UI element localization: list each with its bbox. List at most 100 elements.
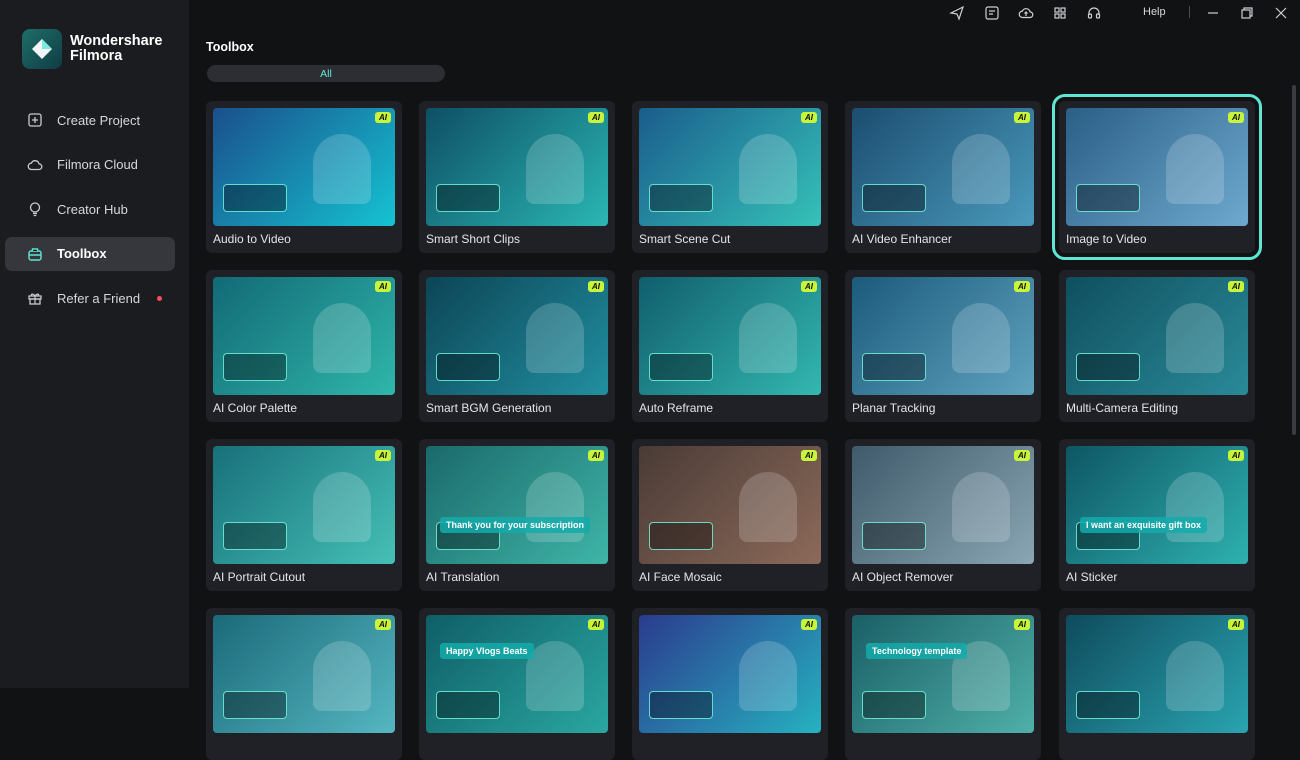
help-menu[interactable]: Help <box>1143 6 1166 18</box>
tool-card-label: AI Video Enhancer <box>852 232 952 246</box>
sidebar-item-refer-a-friend[interactable]: Refer a Friend <box>5 281 175 315</box>
sidebar-item-toolbox[interactable]: Toolbox <box>5 236 175 271</box>
thumbnail-panel <box>223 353 287 381</box>
sidebar-item-label: Filmora Cloud <box>57 157 138 172</box>
tool-card-label: AI Color Palette <box>213 401 298 415</box>
ai-badge: AI <box>1014 112 1030 123</box>
tool-card-label: Smart BGM Generation <box>426 401 552 415</box>
tool-card-ai-face-mosaic[interactable]: AI AI Face Mosaic <box>632 439 828 591</box>
tool-card-label: AI Portrait Cutout <box>213 570 306 584</box>
thumbnail-figure <box>313 640 372 711</box>
tool-card-partial-17[interactable]: AI <box>632 608 828 760</box>
page-title: Toolbox <box>206 40 254 54</box>
thumbnail-panel <box>649 522 713 550</box>
tool-card-label: AI Face Mosaic <box>639 570 722 584</box>
tool-card-label: AI Object Remover <box>852 570 954 584</box>
thumbnail-panel <box>223 522 287 550</box>
bulb-icon <box>29 202 41 217</box>
ai-badge: AI <box>801 281 817 292</box>
cloud-upload-icon[interactable] <box>1018 5 1034 21</box>
tool-card-auto-reframe[interactable]: AI Auto Reframe <box>632 270 828 422</box>
tool-card-ai-translation[interactable]: Thank you for your subscription AI AI Tran… <box>419 439 615 591</box>
scrollbar[interactable] <box>1292 85 1296 435</box>
tool-card-smart-short-clips[interactable]: AI Smart Short Clips <box>419 101 615 253</box>
ai-badge: AI <box>801 619 817 630</box>
thumbnail-panel <box>436 184 500 212</box>
sidebar-item-label: Create Project <box>57 112 141 128</box>
tool-card-audio-to-video[interactable]: AI Audio to Video <box>206 101 402 253</box>
tool-thumbnail: AI <box>213 446 395 564</box>
sidebar-nav: Create Project Filmora Cloud Creator Hub… <box>5 103 175 326</box>
tool-card-ai-portrait-cutout[interactable]: AI AI Portrait Cutout <box>206 439 402 591</box>
sidebar-item-create-project[interactable]: Create Project <box>5 103 175 137</box>
thumbnail-figure <box>739 133 798 204</box>
tool-card-smart-bgm-generation[interactable]: AI Smart BGM Generation <box>419 270 615 422</box>
apps-grid-icon[interactable] <box>1052 5 1068 21</box>
brand-line2: Filmora <box>70 48 123 64</box>
headset-icon[interactable] <box>1086 5 1102 21</box>
tool-thumbnail: AI <box>1066 108 1248 226</box>
thumbnail-figure <box>526 133 585 204</box>
plus-square-icon <box>28 113 42 127</box>
inbox-icon[interactable] <box>984 5 1000 21</box>
tool-card-ai-sticker[interactable]: I want an exquisite gift box AI AI Sticker <box>1059 439 1255 591</box>
ai-badge: AI <box>1014 450 1030 461</box>
tool-thumbnail: I want an exquisite gift box AI <box>1066 446 1248 564</box>
thumbnail-figure <box>526 302 585 373</box>
ai-badge: AI <box>375 619 391 630</box>
thumbnail-caption: Happy Vlogs Beats <box>440 643 534 660</box>
ai-badge: AI <box>588 450 604 461</box>
tool-card-partial-15[interactable]: AI <box>206 608 402 760</box>
thumbnail-panel <box>1076 691 1140 719</box>
tool-card-label: Smart Short Clips <box>426 232 521 246</box>
tool-card-planar-tracking[interactable]: AI Planar Tracking <box>845 270 1041 422</box>
thumbnail-figure <box>313 302 372 373</box>
tool-card-ai-video-enhancer[interactable]: AI AI Video Enhancer <box>845 101 1041 253</box>
gift-icon <box>28 293 42 305</box>
sidebar-item-creator-hub[interactable]: Creator Hub <box>5 192 175 226</box>
tool-thumbnail: AI <box>1066 277 1248 395</box>
brand-name: Wondershare Filmora <box>70 34 162 64</box>
thumbnail-panel <box>862 353 926 381</box>
ai-badge: AI <box>375 281 391 292</box>
tool-card-multi-camera-editing[interactable]: AI Multi-Camera Editing <box>1059 270 1255 422</box>
ai-badge: AI <box>588 619 604 630</box>
tool-thumbnail: AI <box>213 277 395 395</box>
restore-icon[interactable] <box>1239 5 1255 21</box>
tool-card-smart-scene-cut[interactable]: AI Smart Scene Cut <box>632 101 828 253</box>
sidebar-item-label: Creator Hub <box>57 201 128 217</box>
thumbnail-panel <box>649 691 713 719</box>
thumbnail-panel <box>862 522 926 550</box>
thumbnail-figure <box>1166 640 1225 711</box>
thumbnail-figure <box>952 471 1011 542</box>
thumbnail-figure <box>739 471 798 542</box>
ai-badge: AI <box>1228 619 1244 630</box>
thumbnail-figure <box>313 133 372 204</box>
cloud-icon <box>27 159 43 170</box>
ai-badge: AI <box>1014 281 1030 292</box>
ai-badge: AI <box>1228 281 1244 292</box>
toolbox-icon <box>28 247 42 261</box>
tool-card-partial-18[interactable]: Technology template AI <box>845 608 1041 760</box>
thumbnail-panel <box>436 353 500 381</box>
tool-thumbnail: AI <box>852 446 1034 564</box>
send-icon[interactable] <box>949 5 965 21</box>
tool-card-image-to-video[interactable]: AI Image to Video <box>1052 94 1262 260</box>
close-icon[interactable] <box>1273 5 1289 21</box>
tool-card-partial-16[interactable]: Happy Vlogs Beats AI <box>419 608 615 760</box>
filter-tab-all[interactable]: All <box>207 65 445 82</box>
app-brand[interactable]: Wondershare Filmora <box>22 29 162 69</box>
tool-card-ai-object-remover[interactable]: AI AI Object Remover <box>845 439 1041 591</box>
minimize-icon[interactable] <box>1205 5 1221 21</box>
thumbnail-panel <box>649 184 713 212</box>
thumbnail-caption: I want an exquisite gift box <box>1080 516 1208 533</box>
tool-card-label: Multi-Camera Editing <box>1066 401 1179 415</box>
sidebar-item-filmora-cloud[interactable]: Filmora Cloud <box>5 148 175 182</box>
tool-card-partial-19[interactable]: AI <box>1059 608 1255 760</box>
thumbnail-caption: Thank you for your subscription <box>440 516 591 533</box>
tool-thumbnail: AI <box>213 615 395 733</box>
thumbnail-figure <box>1166 302 1225 373</box>
tool-card-ai-color-palette[interactable]: AI AI Color Palette <box>206 270 402 422</box>
sidebar: Wondershare Filmora Create Project Filmo… <box>0 0 189 688</box>
sidebar-item-label: Toolbox <box>57 246 107 261</box>
